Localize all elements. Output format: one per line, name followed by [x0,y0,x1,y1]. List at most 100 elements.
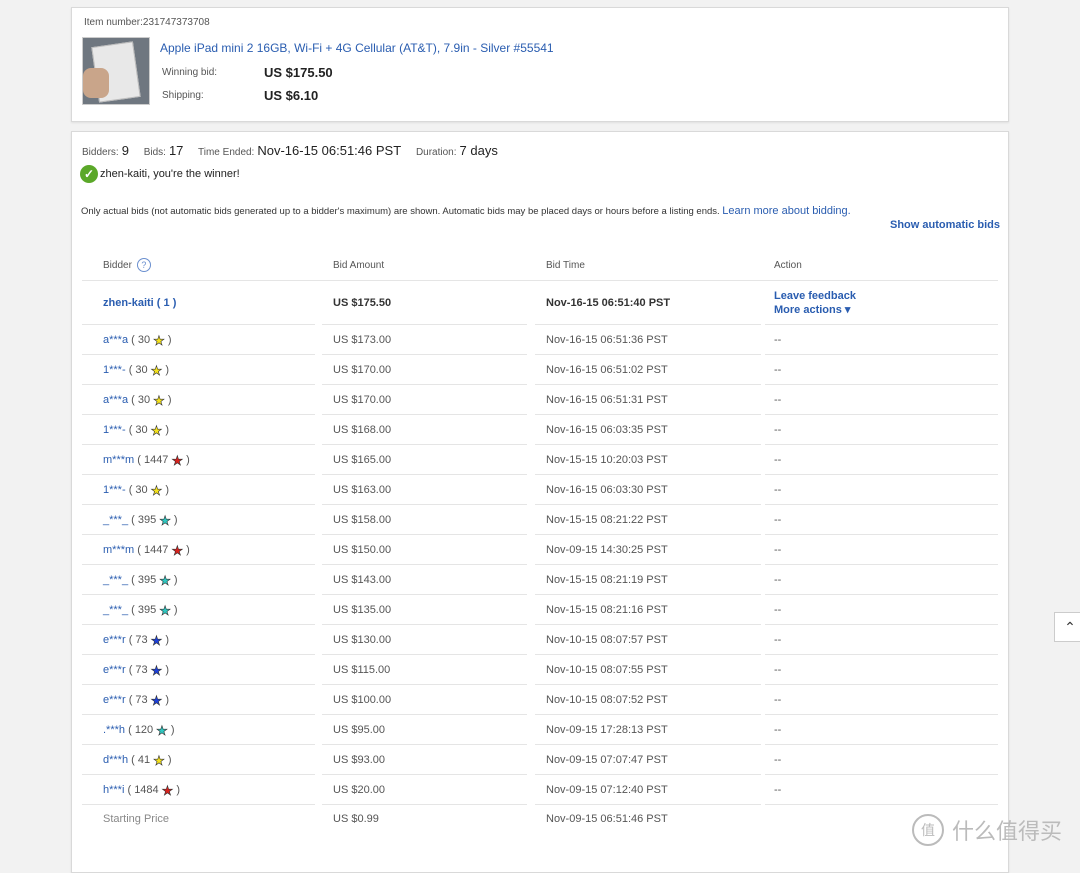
bidder-name[interactable]: m***m [103,544,134,556]
feedback-star-icon: ★ [159,602,171,618]
table-row: m***m ( 1447 ★ ) US $165.00 Nov-15-15 10:20… [82,445,998,475]
feedback-score: ( 120 [128,724,154,736]
table-row: d***h ( 41 ★ ) US $93.00 Nov-09-15 07:07:47… [82,745,998,775]
duration-label: Duration: [415,147,457,158]
bid-amount: US $173.00 [333,334,392,346]
help-icon[interactable]: ? [136,258,151,272]
bid-amount: US $130.00 [333,634,392,646]
bid-time: Nov-09-15 07:07:47 PST [546,754,668,766]
bidder-cell[interactable]: _***_ ( 395 ★ ) [103,565,178,595]
table-row: a***a ( 30 ★ ) US $170.00 Nov-16-15 06:51:3… [82,385,998,415]
feedback-score: ( 30 [128,484,148,496]
watermark-text: 什么值得买 [952,819,1063,844]
bidder-name[interactable]: d***h [103,754,128,766]
bidder-name[interactable]: 1***- [103,484,126,496]
bidder-name[interactable]: 1***- [103,364,126,376]
bidders-label: Bidders: [82,147,119,158]
bidder-cell[interactable]: a***a ( 30 ★ ) [103,385,172,415]
table-row: a***a ( 30 ★ ) US $173.00 Nov-16-15 06:51:3… [82,325,998,355]
bidder-name[interactable]: a***a [103,394,128,406]
show-automatic-bids-link[interactable]: Show automatic bids [890,219,1000,231]
bidder-name[interactable]: _***_ [103,604,128,616]
bidders-count: 9 [121,143,129,158]
header-bid-amount: Bid Amount [333,259,385,271]
bidder-cell[interactable]: d***h ( 41 ★ ) [103,745,172,775]
bidder-cell[interactable]: m***m ( 1447 ★ ) [103,445,190,475]
bidder-name[interactable]: m***m [103,454,134,466]
bidder-name[interactable]: _***_ [103,514,128,526]
feedback-score: ( 1447 [137,454,169,466]
feedback-score: ( 30 [128,424,148,436]
feedback-star-icon: ★ [153,392,165,408]
bidder-cell[interactable]: e***r ( 73 ★ ) [103,685,169,715]
bid-time: Nov-15-15 08:21:19 PST [546,574,668,586]
winner-bidder-score[interactable]: ( 1 ) [157,297,177,309]
bidder-name[interactable]: e***r [103,694,126,706]
learn-more-link[interactable]: Learn more about bidding. [722,205,850,217]
winner-time: Nov-16-15 06:51:40 PST [546,297,671,309]
bidder-name[interactable]: .***h [103,724,125,736]
bidder-cell[interactable]: 1***- ( 30 ★ ) [103,415,169,445]
bid-time: Nov-16-15 06:51:36 PST [546,334,668,346]
bidder-name[interactable]: a***a [103,334,128,346]
table-row: _***_ ( 395 ★ ) US $143.00 Nov-15-15 08:21:… [82,565,998,595]
bidder-cell[interactable]: e***r ( 73 ★ ) [103,655,169,685]
feedback-star-icon: ★ [150,362,163,378]
bidder-name[interactable]: h***i [103,784,124,796]
winner-bidder-name[interactable]: zhen-kaiti [103,297,154,309]
feedback-star-icon: ★ [171,452,184,468]
header-bidder-label: Bidder [103,259,132,271]
header-action: Action [774,259,802,271]
bid-amount: US $170.00 [333,394,392,406]
winner-bidder[interactable]: zhen-kaiti ( 1 ) [103,281,176,325]
bidder-cell[interactable]: a***a ( 30 ★ ) [103,325,172,355]
notice-text: Only actual bids (not automatic bids gen… [81,206,720,217]
bidder-name[interactable]: 1***- [103,424,126,436]
bid-action: -- [774,664,782,676]
table-header: Bidder? Bid Amount Bid Time Action [82,250,998,281]
bid-amount: US $100.00 [333,694,392,706]
bidder-cell[interactable]: h***i ( 1484 ★ ) [103,775,180,805]
bid-history-table: Bidder? Bid Amount Bid Time Action zhen-… [82,250,998,833]
starting-price-row: Starting Price US $0.99 Nov-09-15 06:51:… [82,805,998,833]
bid-time: Nov-15-15 08:21:16 PST [546,604,668,616]
bid-action: -- [774,334,782,346]
feedback-star-icon: ★ [161,782,174,798]
bidder-cell[interactable]: .***h ( 120 ★ ) [103,715,175,745]
table-row: e***r ( 73 ★ ) US $130.00 Nov-10-15 08:07:5… [82,625,998,655]
bid-amount: US $115.00 [333,664,391,676]
feedback-star-icon: ★ [153,332,165,348]
checkmark-icon: ✓ [80,165,98,183]
scroll-to-top-button[interactable]: ⌃ [1054,612,1080,642]
bidder-cell[interactable]: _***_ ( 395 ★ ) [103,505,178,535]
table-row: 1***- ( 30 ★ ) US $163.00 Nov-16-15 06:03:3… [82,475,998,505]
time-ended-value: Nov-16-15 06:51:46 PST [257,143,402,158]
item-number-label: Item number: [84,17,143,28]
bid-amount: US $163.00 [333,484,392,496]
bidder-name[interactable]: e***r [103,664,126,676]
header-bid-time: Bid Time [546,259,585,271]
bidder-name[interactable]: e***r [103,634,126,646]
winner-amount: US $175.50 [333,297,392,309]
bid-time: Nov-09-15 17:28:13 PST [546,724,668,736]
bid-amount: US $170.00 [333,364,392,376]
bidder-name[interactable]: _***_ [103,574,128,586]
bid-amount: US $150.00 [333,544,392,556]
table-row: e***r ( 73 ★ ) US $100.00 Nov-10-15 08:07:5… [82,685,998,715]
bidder-cell[interactable]: 1***- ( 30 ★ ) [103,355,169,385]
bid-rows: a***a ( 30 ★ ) US $173.00 Nov-16-15 06:51:3… [82,325,998,805]
bid-action: -- [774,514,782,526]
more-actions-label[interactable]: More actions [774,304,842,316]
shipping-label: Shipping: [162,90,204,101]
item-thumbnail[interactable] [82,37,150,105]
item-title-link[interactable]: Apple iPad mini 2 16GB, Wi-Fi + 4G Cellu… [160,41,554,55]
leave-feedback-link[interactable]: Leave feedback [774,289,856,303]
feedback-star-icon: ★ [171,542,184,558]
more-actions-dropdown[interactable]: More actions ▾ [774,303,856,317]
bidder-cell[interactable]: 1***- ( 30 ★ ) [103,475,169,505]
bidder-cell[interactable]: _***_ ( 395 ★ ) [103,595,178,625]
bidder-cell[interactable]: e***r ( 73 ★ ) [103,625,169,655]
bidder-cell[interactable]: m***m ( 1447 ★ ) [103,535,190,565]
bid-amount: US $95.00 [333,724,385,736]
table-row: .***h ( 120 ★ ) US $95.00 Nov-09-15 17:28:1… [82,715,998,745]
